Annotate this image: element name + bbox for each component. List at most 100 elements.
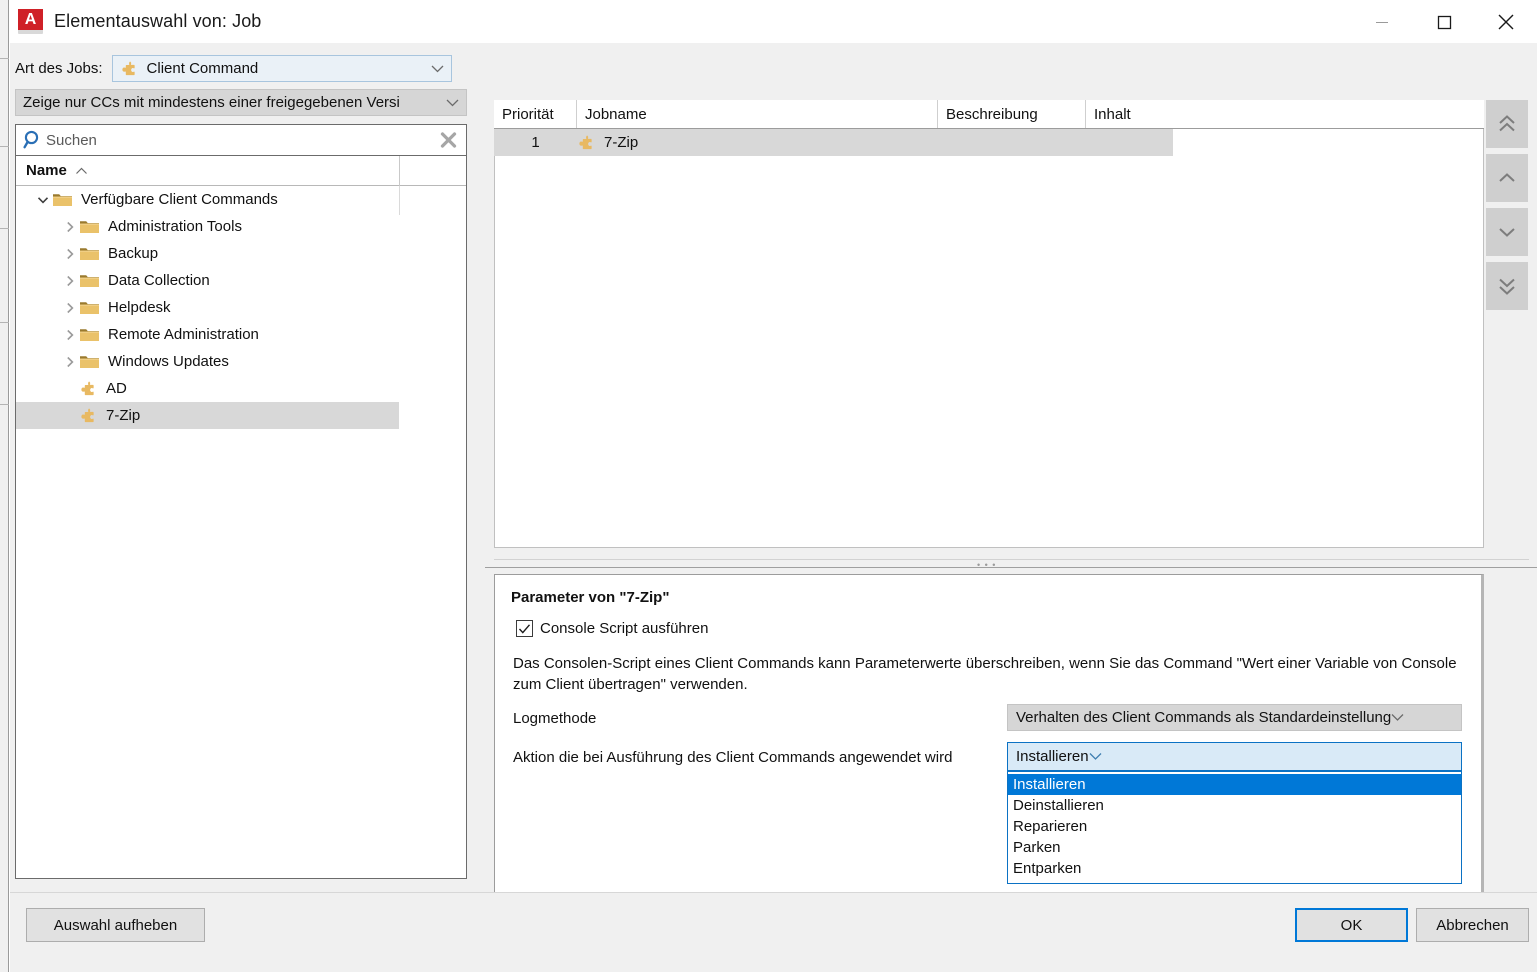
deselect-button[interactable]: Auswahl aufheben [26,908,205,942]
chevron-right-icon [64,356,76,368]
puzzle-icon [120,59,139,78]
window-controls [1351,0,1537,43]
tree-item[interactable]: AD [16,375,466,402]
dropdown-option[interactable]: Reparieren [1008,816,1461,837]
tree-item-label: Helpdesk [108,299,171,316]
console-script-label: Console Script ausführen [540,620,708,637]
tree-item[interactable]: 7-Zip [16,402,399,429]
release-filter-select[interactable]: Zeige nur CCs mit mindestens einer freig… [15,89,467,116]
tree-item-label: 7-Zip [106,407,140,424]
job-priority-cell: 1 [494,134,577,151]
tree-item[interactable]: Backup [16,240,466,267]
tree-twisty[interactable] [61,221,79,233]
tree-twisty[interactable] [61,329,79,341]
clear-search-icon[interactable] [439,131,458,150]
close-icon [1494,10,1518,34]
console-script-checkbox-row[interactable]: Console Script ausführen [516,620,708,637]
parameter-panel: Parameter von "7-Zip" Console Script aus… [494,574,1484,922]
action-select[interactable]: Installieren [1007,742,1462,771]
close-button[interactable] [1475,0,1537,43]
dialog-body: Art des Jobs: Client Command Zeige nur C… [10,43,1537,972]
panel-splitter[interactable]: • • • [485,558,1537,570]
folder-icon [79,353,100,370]
left-panel: Art des Jobs: Client Command Zeige nur C… [15,55,476,935]
move-down-button[interactable] [1486,208,1528,256]
jobs-table-column-header[interactable]: Beschreibung [938,100,1086,128]
jobs-table: PrioritätJobnameBeschreibungInhalt 1 7-Zi… [494,100,1484,156]
dialog-footer: Auswahl aufheben OK Abbrechen [10,892,1537,972]
maximize-button[interactable] [1413,0,1475,43]
tree-twisty[interactable] [61,275,79,287]
tree-body: Verfügbare Client CommandsAdministration… [16,186,466,429]
chevron-down-icon [446,98,459,107]
table-row[interactable]: 1 7-Zip [494,129,1173,156]
move-to-top-button[interactable] [1486,100,1528,148]
job-name-label: 7-Zip [604,134,638,151]
sort-ascending-icon [75,167,88,175]
tree-twisty[interactable] [61,356,79,368]
element-selection-dialog: A Elementauswahl von: Job [9,0,1537,972]
ok-button[interactable]: OK [1295,908,1408,942]
window-title: Elementauswahl von: Job [54,11,261,32]
cancel-button[interactable]: Abbrechen [1416,908,1529,942]
jobs-table-column-header[interactable]: Inhalt [1086,100,1326,128]
action-value: Installieren [1016,748,1089,765]
tree-item[interactable]: Remote Administration [16,321,466,348]
jobs-table-body: 1 7-Zip [494,129,1484,156]
job-type-row: Art des Jobs: Client Command [15,55,476,82]
reorder-button-group [1486,100,1528,316]
jobs-table-column-header[interactable]: Jobname [577,100,938,128]
folder-icon [79,218,100,235]
double-chevron-down-icon [1496,276,1518,296]
folder-icon [79,326,100,343]
chevron-right-icon [64,329,76,341]
tree-item[interactable]: Administration Tools [16,213,466,240]
tree-item[interactable]: Data Collection [16,267,466,294]
chevron-right-icon [64,248,76,260]
dropdown-option[interactable]: Parken [1008,837,1461,858]
parameter-description: Das Consolen-Script eines Client Command… [513,653,1468,695]
folder-icon [52,191,73,208]
logmethod-label: Logmethode [513,710,596,727]
move-to-bottom-button[interactable] [1486,262,1528,310]
move-up-button[interactable] [1486,154,1528,202]
tree-item[interactable]: Windows Updates [16,348,466,375]
dropdown-option[interactable]: Entparken [1008,858,1461,879]
dropdown-option[interactable]: Installieren [1008,774,1461,795]
logmethod-select[interactable]: Verhalten des Client Commands als Standa… [1007,704,1462,731]
console-script-checkbox[interactable] [516,620,533,637]
dropdown-option[interactable]: Deinstallieren [1008,795,1461,816]
action-row: Aktion die bei Ausführung des Client Com… [513,749,952,766]
puzzle-icon [577,133,596,152]
chevron-right-icon [64,221,76,233]
puzzle-icon [79,406,98,425]
chevron-down-icon [1496,225,1518,239]
jobs-table-column-header[interactable]: Priorität [494,100,577,128]
tree-column-name[interactable]: Name [26,162,67,179]
chevron-down-icon [431,64,444,73]
tree-item[interactable]: Helpdesk [16,294,466,321]
checkmark-icon [518,623,531,635]
background-window-edge [0,0,9,972]
minimize-icon [1371,11,1393,33]
job-type-select[interactable]: Client Command [112,55,452,82]
tree-item-label: Windows Updates [108,353,229,370]
job-name-cell: 7-Zip [577,133,938,152]
dialog-root: A Elementauswahl von: Job [0,0,1537,972]
search-placeholder: Suchen [46,132,97,149]
tree-item-label: Backup [108,245,158,262]
tree-twisty[interactable] [61,302,79,314]
tree-twisty[interactable] [34,194,52,206]
app-icon: A [18,9,43,34]
tree-item[interactable]: Verfügbare Client Commands [16,186,466,213]
chevron-right-icon [64,302,76,314]
folder-icon [79,272,100,289]
tree-twisty[interactable] [61,248,79,260]
chevron-right-icon [64,275,76,287]
search-icon [22,129,44,151]
action-dropdown-list[interactable]: InstallierenDeinstallierenReparierenPark… [1007,771,1462,884]
tree-item-label: Data Collection [108,272,210,289]
logmethod-row: Logmethode [513,710,596,727]
minimize-button[interactable] [1351,0,1413,43]
search-box[interactable]: Suchen [15,124,467,156]
